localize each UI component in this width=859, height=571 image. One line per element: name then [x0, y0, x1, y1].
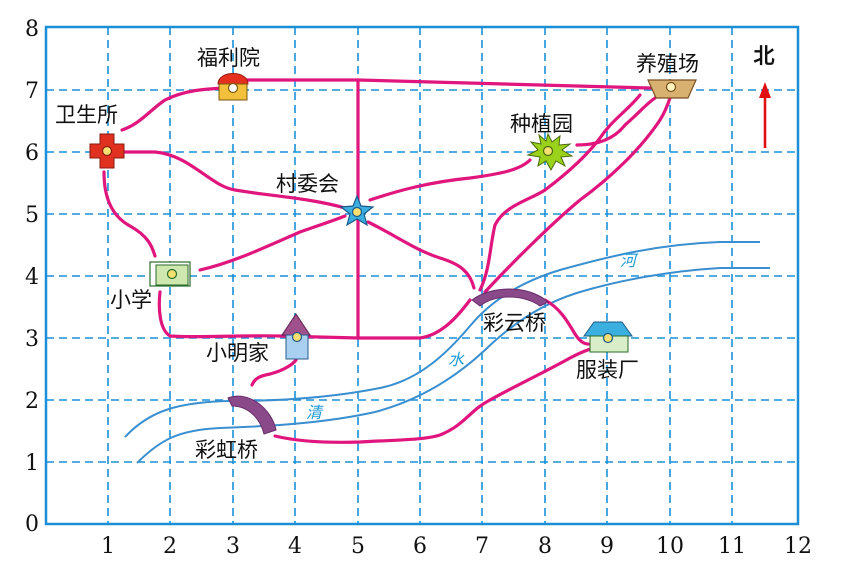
y-axis-ticks: 0 1 2 3 4 5 6 7 8	[25, 17, 39, 537]
north-arrow-icon	[759, 82, 771, 148]
x-tick: 7	[475, 534, 489, 559]
label-xiaomingjia: 小明家	[206, 341, 269, 365]
x-tick: 9	[600, 534, 614, 559]
label-xiaoxue: 小学	[110, 288, 152, 312]
label-weishengsuo: 卫生所	[55, 103, 118, 127]
xiaoxue-school-icon	[149, 261, 191, 287]
fuliyuan-building-icon	[217, 73, 249, 101]
x-tick: 8	[538, 534, 552, 559]
label-zhongzhiyuan: 种植园	[510, 112, 573, 136]
map-canvas: 1 2 3 4 5 6 7 8 9 10 11 12 0 1 2 3 4 5 6…	[0, 0, 859, 567]
y-tick: 3	[25, 327, 39, 352]
road-cunwei-zhongzhi	[368, 158, 532, 202]
x-tick: 5	[351, 534, 365, 559]
label-fuzhuangchang: 服装厂	[576, 358, 639, 382]
y-tick: 6	[25, 141, 39, 166]
x-tick: 3	[226, 534, 240, 559]
river-label-he: 河	[620, 251, 639, 270]
y-tick: 0	[25, 512, 39, 537]
road-weisheng-fuli	[120, 86, 227, 132]
label-caiyunqiao: 彩云桥	[483, 311, 546, 335]
x-tick: 2	[163, 534, 177, 559]
fuzhuangchang-factory-icon	[583, 321, 633, 353]
river-label-shui: 水	[448, 350, 465, 369]
roads	[102, 78, 672, 444]
road-caihong-fuzhuang	[273, 344, 609, 444]
zhongzhiyuan-burst-icon	[526, 132, 574, 172]
river-bank-north	[124, 241, 760, 438]
y-tick: 7	[25, 79, 39, 104]
label-caihongqiao: 彩虹桥	[195, 438, 258, 462]
yangzhichang-farm-icon	[647, 79, 697, 99]
label-yangzhichang: 养殖场	[636, 52, 699, 76]
x-tick: 1	[101, 534, 115, 559]
y-tick: 4	[25, 265, 39, 290]
x-tick: 4	[288, 534, 302, 559]
x-axis-ticks: 1 2 3 4 5 6 7 8 9 10 11 12	[101, 534, 812, 559]
x-tick: 11	[718, 534, 746, 559]
caiyun-bridge-icon	[471, 288, 549, 307]
road-fuli-yangzhi	[243, 78, 652, 90]
river-label-qing: 清	[306, 403, 324, 422]
weishengsuo-cross-icon	[89, 133, 125, 169]
label-fuliyuan: 福利院	[197, 46, 260, 70]
x-tick: 12	[784, 534, 812, 559]
north-label: 北	[754, 44, 775, 68]
label-cunweihui: 村委会	[276, 172, 339, 196]
map-svg: 1 2 3 4 5 6 7 8 9 10 11 12 0 1 2 3 4 5 6…	[25, 17, 812, 559]
x-tick: 6	[413, 534, 427, 559]
road-xiaoxue-cunwei	[198, 214, 347, 272]
y-tick: 8	[25, 17, 39, 42]
x-tick: 10	[656, 534, 684, 559]
y-tick: 2	[25, 389, 39, 414]
road-xiaoxue-caiyun	[157, 290, 472, 340]
xiaomingjia-house-icon	[281, 313, 311, 360]
y-tick: 1	[25, 451, 39, 476]
road-cunwei-caiyun	[366, 220, 476, 290]
y-tick: 5	[25, 203, 39, 228]
